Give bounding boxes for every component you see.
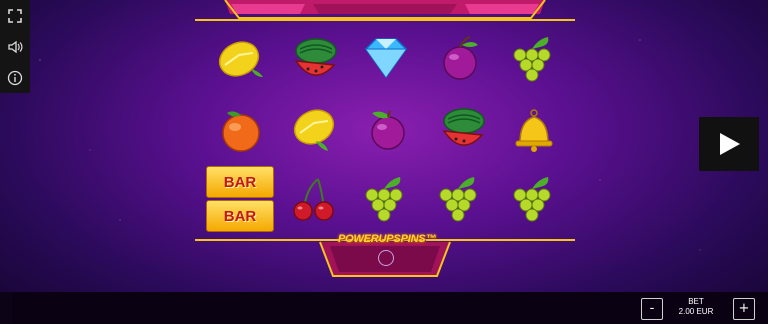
bet-label: BET xyxy=(688,297,704,306)
symbol-plum xyxy=(357,100,419,158)
symbol-orange xyxy=(210,100,272,158)
symbol-plum xyxy=(429,30,491,88)
symbol-cherries xyxy=(283,170,345,228)
symbol-bar: BAR BAR xyxy=(205,166,275,232)
fullscreen-icon xyxy=(8,8,22,23)
spin-button[interactable] xyxy=(699,117,759,171)
symbol-watermelon xyxy=(283,30,345,88)
symbol-watermelon xyxy=(431,100,493,158)
symbol-grapes xyxy=(355,170,417,228)
reel-top-frame xyxy=(195,0,575,21)
info-icon xyxy=(7,70,23,85)
symbol-bell xyxy=(503,100,565,158)
symbol-grapes xyxy=(503,170,565,228)
sound-button[interactable] xyxy=(0,31,30,62)
spin-indicator-icon xyxy=(378,250,394,266)
side-menu xyxy=(0,0,30,93)
bet-decrease-button[interactable]: - xyxy=(641,298,663,320)
sound-icon xyxy=(8,40,23,53)
bar-plate-top: BAR xyxy=(206,166,274,198)
play-icon xyxy=(720,133,740,155)
fullscreen-button[interactable] xyxy=(0,0,30,31)
bet-value: 2.00 EUR xyxy=(678,307,714,316)
symbol-grapes xyxy=(503,30,565,88)
symbol-grapes xyxy=(429,170,491,228)
bet-increase-button[interactable]: + xyxy=(733,298,755,320)
bar-plate-bottom: BAR xyxy=(206,200,274,232)
power-up-spins-logo: POWERUPSPINS™ xyxy=(338,233,437,245)
symbol-lemon xyxy=(210,30,272,88)
bar-label: BAR xyxy=(223,173,257,191)
symbol-lemon xyxy=(283,100,345,158)
bar-label: BAR xyxy=(223,207,257,225)
symbol-diamond xyxy=(355,30,417,88)
info-button[interactable] xyxy=(0,62,30,93)
